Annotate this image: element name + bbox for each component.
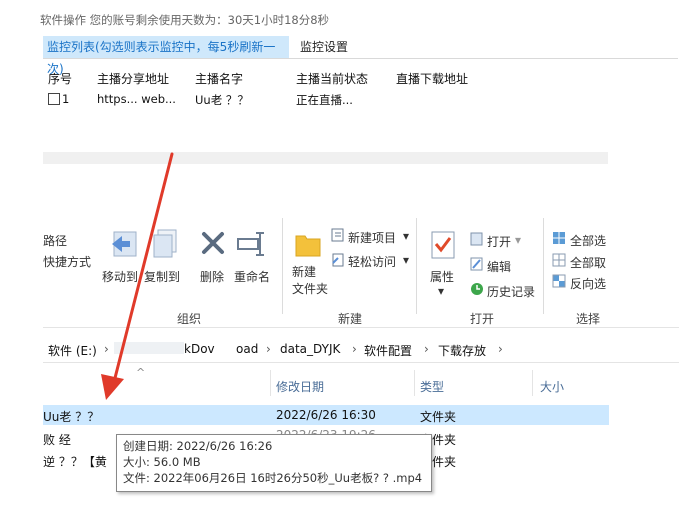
- annotation-arrow-icon: [101, 152, 174, 400]
